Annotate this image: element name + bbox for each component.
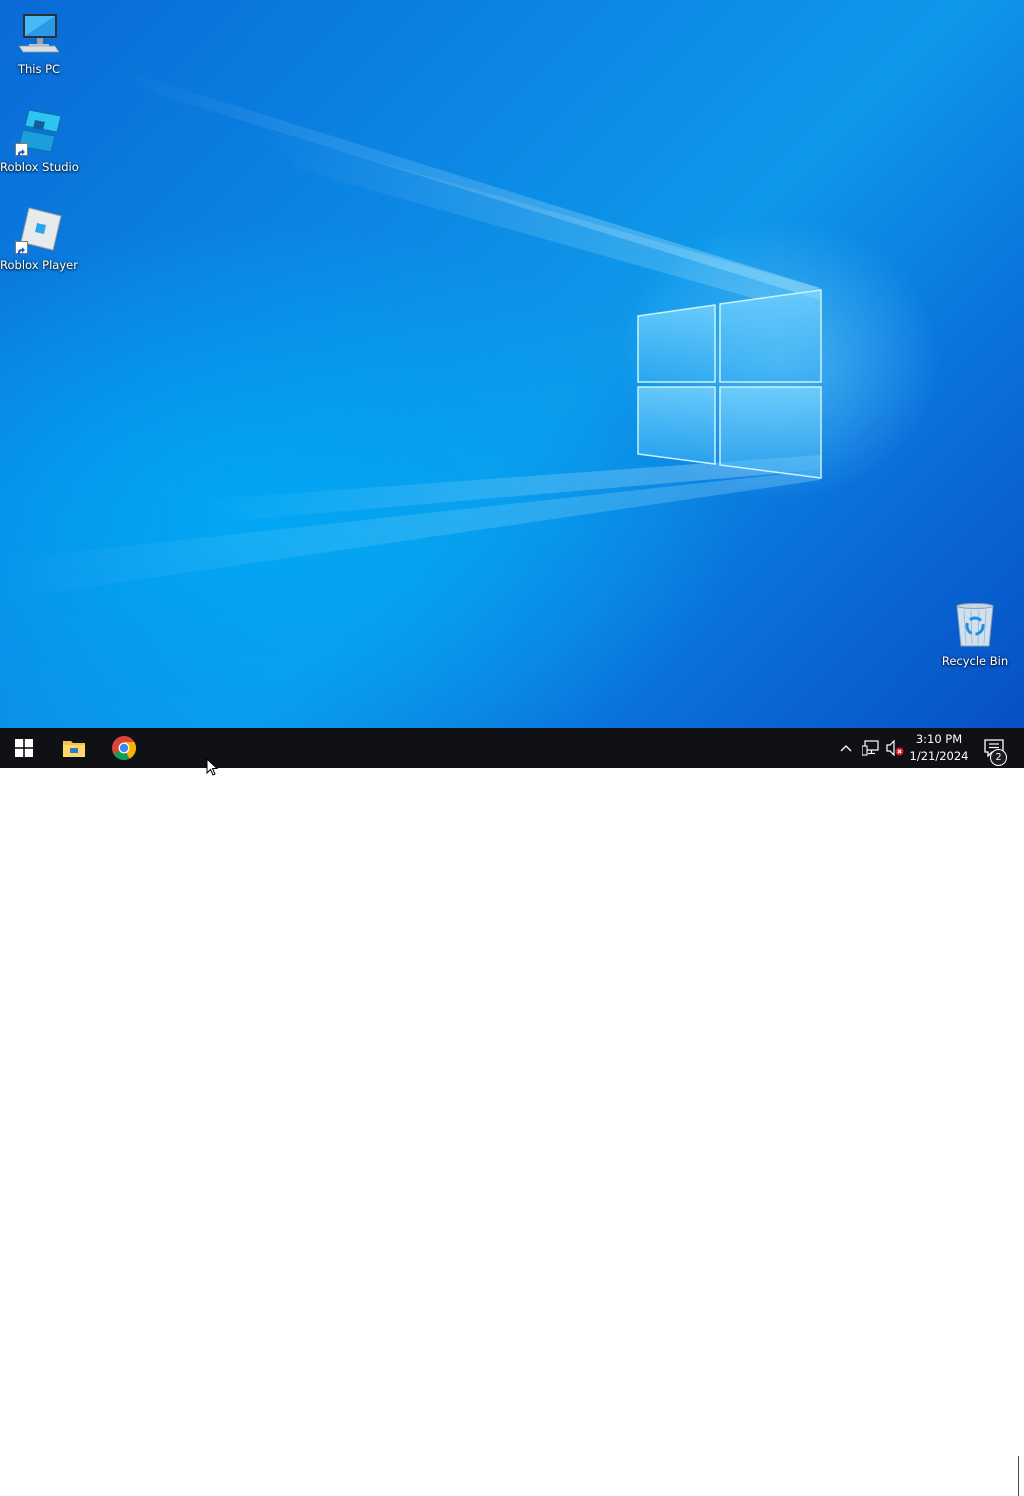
recycle-bin-icon bbox=[951, 602, 999, 650]
taskbar: 3:10 PM 1/21/2024 bbox=[0, 728, 1024, 1496]
desktop-icon-label: Roblox Studio bbox=[0, 160, 79, 174]
desktop-icon-label: Recycle Bin bbox=[941, 654, 1009, 668]
desktop-icon-roblox-player[interactable]: Roblox Player bbox=[0, 206, 78, 272]
desktop-icon-recycle-bin[interactable]: Recycle Bin bbox=[936, 602, 1014, 668]
clock-date: 1/21/2024 bbox=[909, 749, 969, 763]
desktop-icon-label: Roblox Player bbox=[0, 258, 78, 272]
desktop[interactable]: This PC Roblox Studio Roblox Player Recy… bbox=[0, 0, 1024, 728]
start-button[interactable] bbox=[0, 728, 48, 768]
roblox-studio-icon bbox=[15, 108, 63, 157]
tray-volume-button[interactable] bbox=[884, 728, 906, 768]
network-icon bbox=[862, 740, 879, 756]
shortcut-arrow-icon bbox=[15, 241, 28, 255]
desktop-icon-this-pc[interactable]: This PC bbox=[0, 10, 78, 76]
notification-count-badge: 2 bbox=[990, 749, 1007, 766]
computer-icon bbox=[15, 10, 63, 58]
chrome-icon bbox=[112, 736, 136, 760]
desktop-icon-label: This PC bbox=[17, 62, 61, 76]
taskbar-file-explorer[interactable] bbox=[50, 728, 98, 768]
volume-muted-icon bbox=[886, 740, 904, 756]
show-desktop-button[interactable] bbox=[1018, 1456, 1024, 1496]
file-explorer-icon bbox=[63, 741, 85, 757]
mouse-cursor-icon bbox=[206, 758, 218, 776]
windows-start-icon bbox=[15, 739, 33, 757]
taskbar-clock[interactable]: 3:10 PM 1/21/2024 bbox=[904, 728, 974, 768]
wallpaper-light-beams bbox=[0, 70, 820, 600]
roblox-player-icon bbox=[15, 206, 63, 255]
shortcut-arrow-icon bbox=[15, 143, 28, 157]
taskbar-chrome[interactable] bbox=[100, 728, 148, 768]
tray-network-button[interactable] bbox=[860, 728, 882, 768]
desktop-icon-roblox-studio[interactable]: Roblox Studio bbox=[0, 108, 79, 174]
clock-time: 3:10 PM bbox=[915, 732, 963, 746]
windows-logo-wallpaper bbox=[637, 289, 822, 479]
chevron-up-icon bbox=[840, 745, 852, 752]
tray-overflow-button[interactable] bbox=[836, 728, 856, 768]
